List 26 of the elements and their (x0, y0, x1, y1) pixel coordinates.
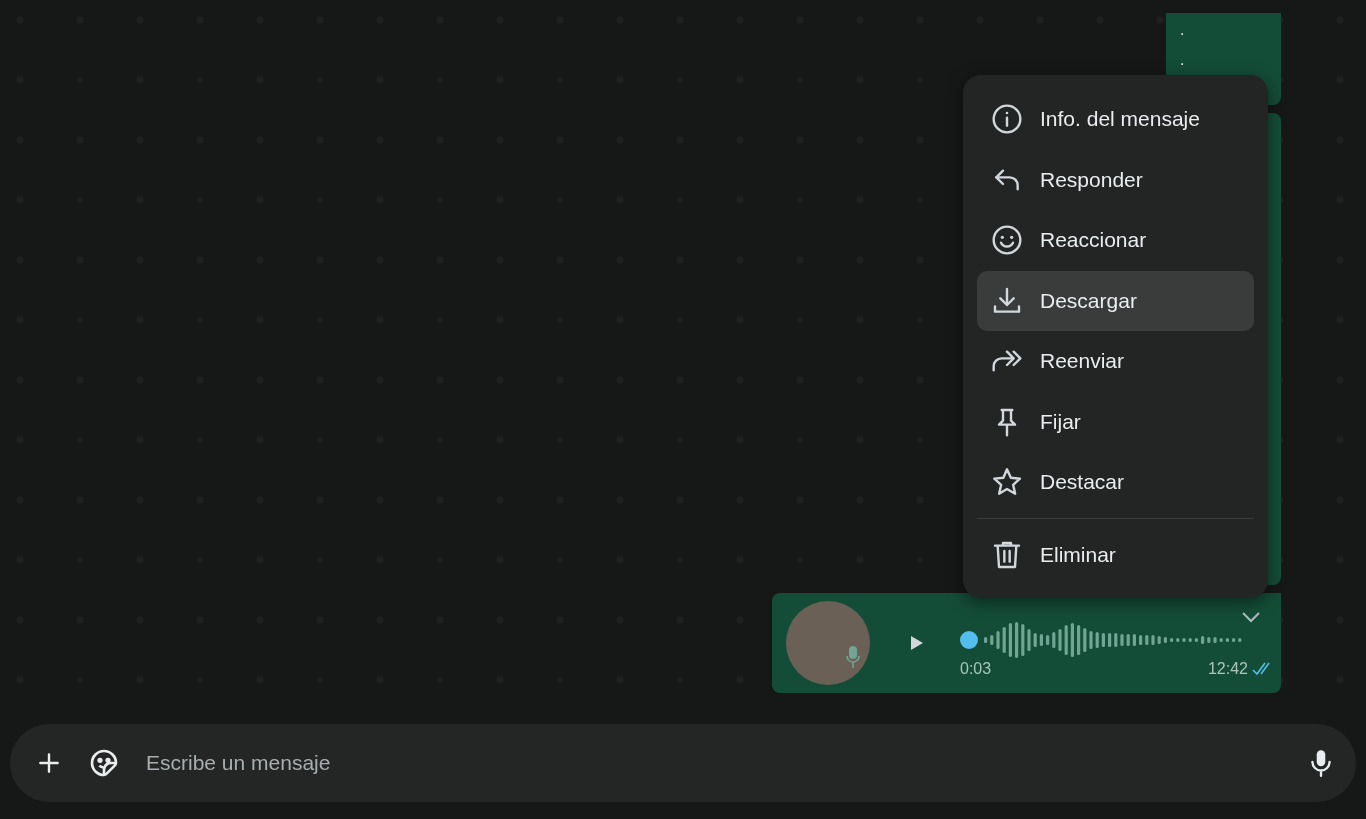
progress-thumb[interactable] (960, 631, 978, 649)
plus-icon (36, 750, 62, 776)
trash-icon (991, 539, 1023, 571)
audio-duration: 0:03 (960, 660, 992, 678)
menu-item[interactable]: Descargar (977, 270, 1254, 331)
menu-item[interactable]: Info. del mensaje (977, 89, 1254, 149)
chevron-down-icon (1241, 611, 1261, 623)
microphone-icon (1308, 748, 1334, 778)
menu-item[interactable]: Reenviar (977, 331, 1254, 391)
message-input-field[interactable]: Escribe un mensaje (10, 724, 1356, 802)
info-icon (991, 103, 1023, 135)
star-icon (991, 466, 1023, 498)
menu-item[interactable]: Eliminar (977, 525, 1254, 585)
message-input[interactable]: Escribe un mensaje (142, 743, 1286, 783)
menu-item[interactable]: Reaccionar (977, 210, 1254, 270)
message-text: . (1180, 20, 1186, 40)
microphone-icon (846, 645, 860, 669)
sticker-icon (88, 747, 120, 779)
message-text: . (1180, 50, 1186, 70)
menu-item[interactable]: Responder (977, 149, 1254, 210)
menu-item[interactable]: Fijar (977, 391, 1254, 452)
smiley-icon (991, 224, 1023, 256)
message-time: 12:42 (1207, 660, 1248, 678)
menu-item[interactable]: Destacar (977, 452, 1254, 512)
chevron-down-button[interactable] (1239, 609, 1263, 625)
play-icon (910, 635, 924, 651)
